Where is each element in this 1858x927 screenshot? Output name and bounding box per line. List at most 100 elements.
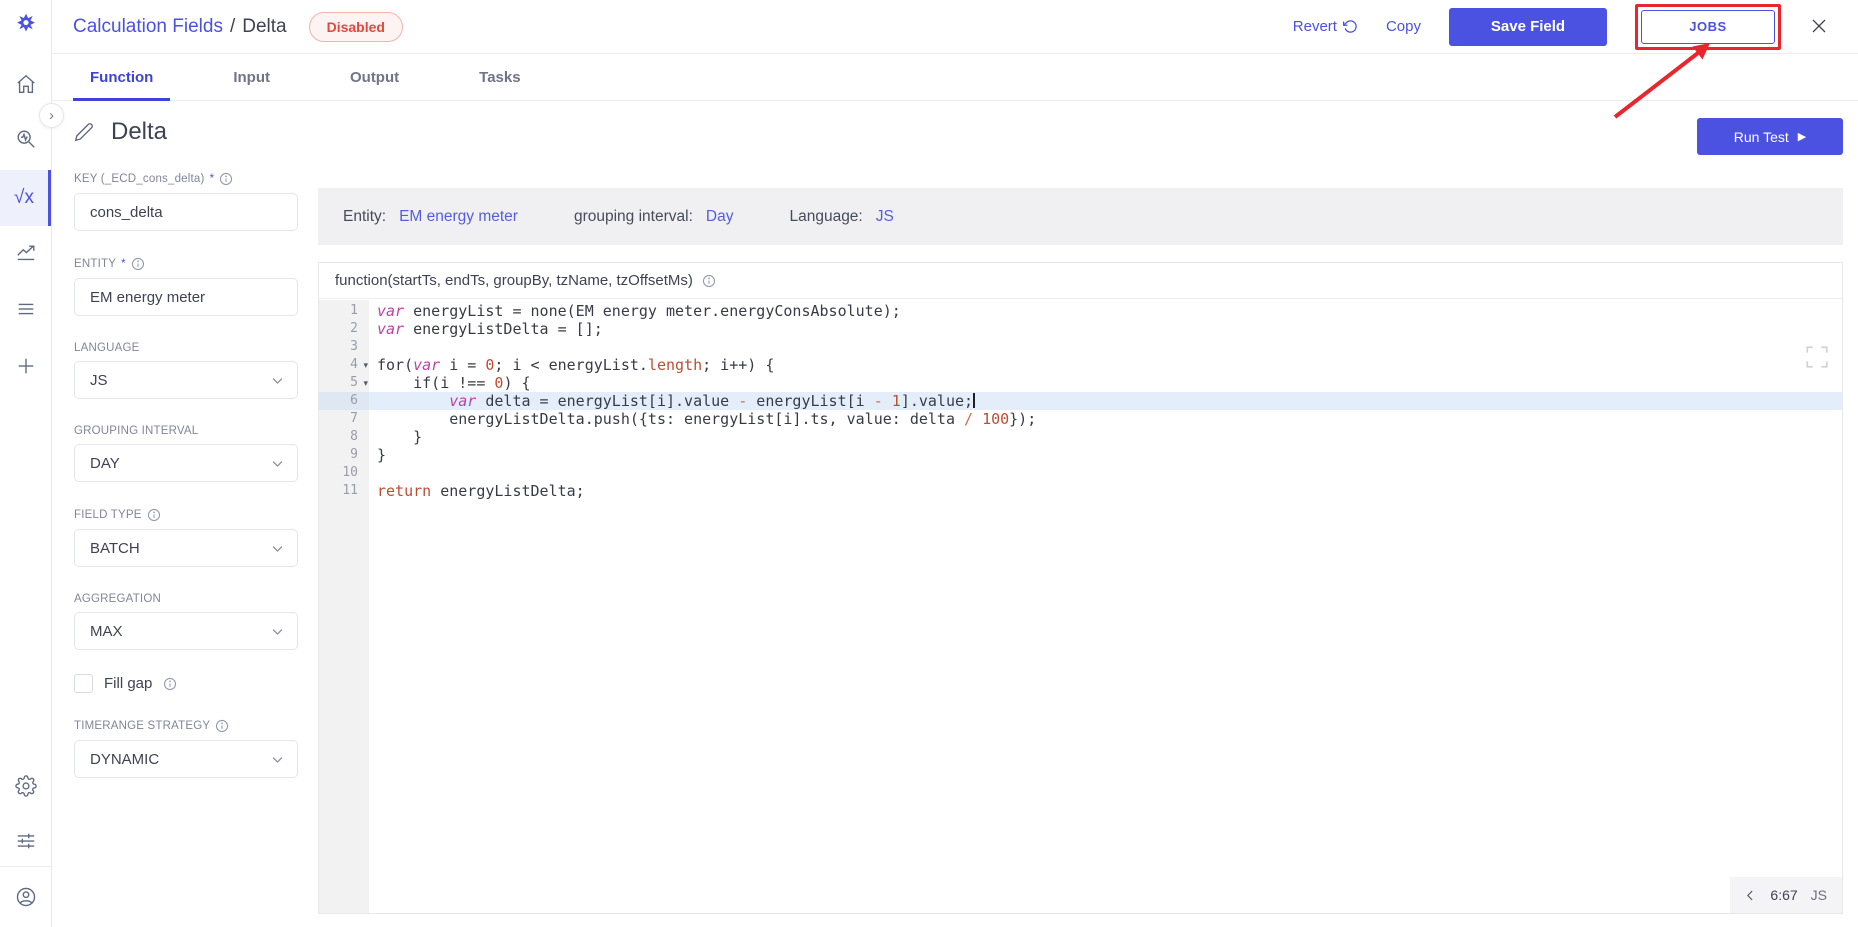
fullscreen-expand-icon[interactable]: [1804, 344, 1830, 370]
code-editor[interactable]: function(startTs, endTs, groupBy, tzName…: [318, 262, 1843, 914]
code-line-6[interactable]: 6 var delta = energyList[i].value - ener…: [319, 392, 1842, 410]
chevron-down-icon: [270, 456, 285, 471]
header-actions: Revert Copy Save Field JOBS: [1293, 4, 1829, 50]
revert-button[interactable]: Revert: [1293, 18, 1358, 35]
entity-input[interactable]: [74, 278, 298, 316]
fold-arrow-icon[interactable]: ▾: [363, 375, 368, 393]
code-line-10[interactable]: 10: [319, 464, 1842, 482]
copy-button[interactable]: Copy: [1386, 18, 1421, 35]
play-icon: ▶: [1798, 130, 1806, 143]
sidebar-item-account[interactable]: [0, 877, 51, 917]
field-settings-panel: Delta KEY (_ECD_cons_delta)* ENTITY* LAN…: [74, 118, 298, 778]
code-line-1[interactable]: 1var energyList = none(EM energy meter.e…: [319, 302, 1842, 320]
sidebar-item-home[interactable]: [0, 64, 51, 104]
timerange-strategy-select[interactable]: DYNAMIC: [74, 740, 298, 778]
code-area[interactable]: 1var energyList = none(EM energy meter.e…: [319, 300, 1842, 913]
sidebar-item-trends[interactable]: [0, 233, 51, 273]
info-icon[interactable]: [131, 257, 145, 271]
breadcrumb: Calculation Fields / Delta: [73, 16, 287, 38]
line-number: 11: [319, 482, 369, 500]
fill-gap-label: Fill gap: [104, 675, 152, 692]
function-signature-row: function(startTs, endTs, groupBy, tzName…: [319, 263, 1842, 299]
code-line-8[interactable]: 8 }: [319, 428, 1842, 446]
code-line-7[interactable]: 7 energyListDelta.push({ts: energyList[i…: [319, 410, 1842, 428]
info-icon[interactable]: [219, 172, 233, 186]
jobs-button[interactable]: JOBS: [1641, 10, 1775, 44]
aggregation-select[interactable]: MAX: [74, 612, 298, 650]
sidebar-item-calculation-fields[interactable]: √x: [0, 170, 51, 226]
line-number: 3: [319, 338, 369, 356]
page-title: Delta: [111, 118, 167, 146]
chevron-left-icon[interactable]: [1744, 889, 1757, 902]
code-line-3[interactable]: 3: [319, 338, 1842, 356]
field-type-field-label: FIELD TYPE: [74, 508, 298, 522]
grouping-interval-select[interactable]: DAY: [74, 444, 298, 482]
context-grouping-interval-link[interactable]: Day: [706, 208, 734, 226]
line-number: 8: [319, 428, 369, 446]
code-line-2[interactable]: 2var energyListDelta = [];: [319, 320, 1842, 338]
info-icon[interactable]: [147, 508, 161, 522]
status-badge: Disabled: [309, 12, 403, 42]
info-icon[interactable]: [215, 719, 229, 733]
line-number: 9: [319, 446, 369, 464]
tab-tasks[interactable]: Tasks: [479, 54, 520, 100]
fold-arrow-icon[interactable]: ▾: [363, 357, 368, 375]
info-icon[interactable]: [163, 677, 177, 691]
breadcrumb-section-link[interactable]: Calculation Fields: [73, 16, 223, 38]
entity-field-label: ENTITY*: [74, 257, 298, 271]
key-field-label: KEY (_ECD_cons_delta)*: [74, 172, 298, 186]
code-line-4[interactable]: 4▾for(var i = 0; i < energyList.length; …: [319, 356, 1842, 374]
breadcrumb-separator: /: [230, 16, 235, 38]
app-logo-icon: [12, 12, 40, 40]
tab-bar: Function Input Output Tasks: [52, 54, 1858, 101]
close-button[interactable]: [1809, 17, 1829, 37]
code-line-9[interactable]: 9}: [319, 446, 1842, 464]
info-icon[interactable]: [702, 274, 716, 288]
line-number: 5▾: [319, 374, 369, 392]
sidebar-item-list[interactable]: [0, 289, 51, 329]
sidebar-item-add[interactable]: [0, 346, 51, 386]
edit-pencil-icon[interactable]: [74, 122, 94, 142]
sidebar-item-settings[interactable]: [0, 766, 51, 806]
cursor-position: 6:67: [1770, 887, 1797, 903]
timerange-strategy-field-label: TIMERANGE STRATEGY: [74, 719, 298, 733]
field-type-select[interactable]: BATCH: [74, 529, 298, 567]
fill-gap-checkbox[interactable]: [74, 674, 93, 693]
close-icon: [1810, 17, 1828, 35]
sidebar-item-preferences[interactable]: [0, 821, 51, 861]
line-number: 6: [319, 392, 369, 410]
line-number: 10: [319, 464, 369, 482]
tab-output[interactable]: Output: [350, 54, 399, 100]
code-lines: 1var energyList = none(EM energy meter.e…: [319, 300, 1842, 500]
language-select[interactable]: JS: [74, 361, 298, 399]
trend-chart-icon: [15, 242, 37, 264]
context-grouping-interval: grouping interval: Day: [574, 208, 734, 226]
revert-icon: [1343, 19, 1358, 34]
line-number: 2: [319, 320, 369, 338]
run-test-button[interactable]: Run Test ▶: [1697, 118, 1843, 155]
tab-function[interactable]: Function: [90, 54, 153, 100]
function-signature: function(startTs, endTs, groupBy, tzName…: [335, 272, 693, 289]
list-icon: [15, 298, 37, 320]
home-icon: [15, 73, 37, 95]
editor-status-bar: 6:67 JS: [1730, 877, 1842, 913]
grouping-interval-field-label: GROUPING INTERVAL: [74, 425, 298, 437]
search-activity-icon: [15, 128, 37, 150]
sidebar-expand-button[interactable]: ›: [39, 103, 64, 128]
save-field-button[interactable]: Save Field: [1449, 8, 1607, 46]
required-asterisk: *: [210, 173, 215, 185]
context-entity-link[interactable]: EM energy meter: [399, 208, 518, 226]
context-bar: Entity: EM energy meter grouping interva…: [318, 188, 1843, 245]
sliders-icon: [15, 830, 37, 852]
text-cursor: [973, 393, 975, 408]
context-language-link[interactable]: JS: [876, 208, 894, 226]
header-bar: Calculation Fields / Delta Disabled Reve…: [52, 0, 1858, 54]
code-line-5[interactable]: 5▾ if(i !== 0) {: [319, 374, 1842, 392]
required-asterisk: *: [121, 258, 126, 270]
code-line-11[interactable]: 11return energyListDelta;: [319, 482, 1842, 500]
plus-icon: [15, 355, 37, 377]
tab-input[interactable]: Input: [233, 54, 270, 100]
annotation-rectangle: JOBS: [1635, 4, 1781, 50]
key-input[interactable]: [74, 193, 298, 231]
chevron-down-icon: [270, 373, 285, 388]
